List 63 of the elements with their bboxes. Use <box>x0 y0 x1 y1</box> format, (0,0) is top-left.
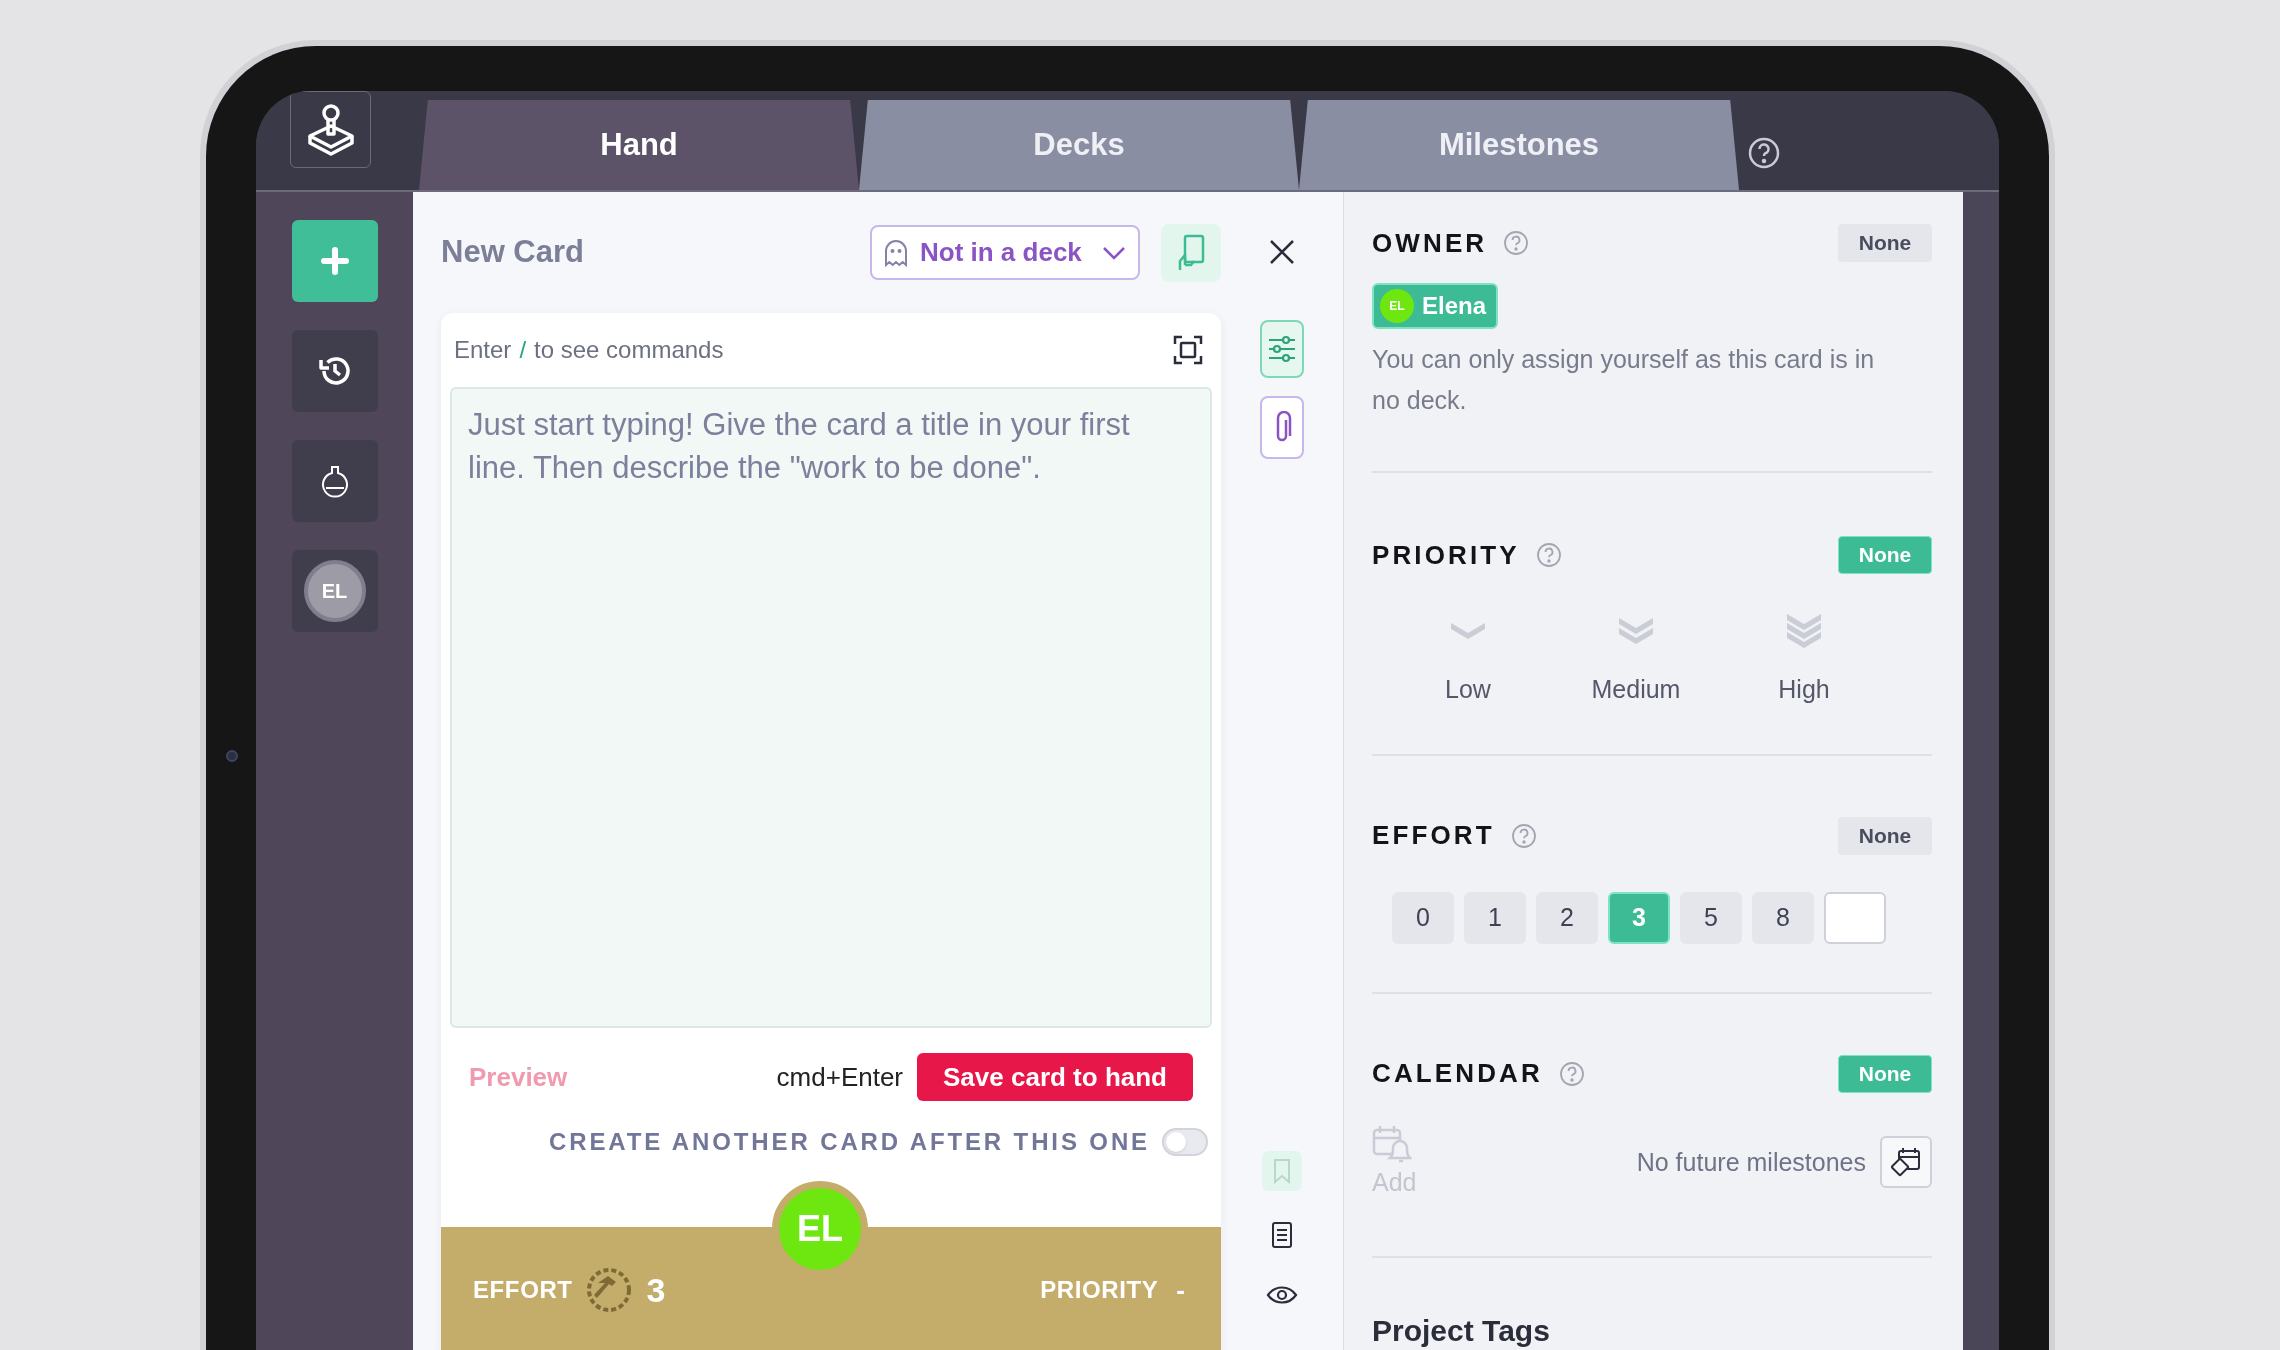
sliders-icon <box>1266 334 1297 364</box>
owner-name: Elena <box>1422 291 1487 321</box>
slash-key: / <box>519 332 527 368</box>
document-icon[interactable] <box>1270 1221 1293 1249</box>
save-card-button[interactable]: Save card to hand <box>917 1053 1193 1101</box>
fullscreen-icon[interactable] <box>1173 335 1203 365</box>
calendar-bell-icon <box>1372 1123 1412 1164</box>
section-title: PRIORITY <box>1372 538 1520 572</box>
close-icon <box>1267 238 1296 266</box>
hammer-gear-icon <box>584 1266 633 1314</box>
create-another-label: CREATE ANOTHER CARD AFTER THIS ONE <box>548 1127 1150 1157</box>
flask-button[interactable] <box>291 440 378 522</box>
effort-option[interactable]: 5 <box>1680 891 1742 944</box>
tab[interactable]: Hand <box>419 100 859 190</box>
milestone-calendar-button[interactable] <box>1880 1136 1932 1189</box>
none-button[interactable]: None <box>1838 224 1932 262</box>
section-title: CALENDAR <box>1372 1057 1543 1090</box>
history-button[interactable] <box>291 330 378 412</box>
chevron-icon <box>1451 623 1485 639</box>
owner-note: You can only assign yourself as this card is in no deck. <box>1372 344 1876 416</box>
hint-text: Enter <box>454 335 512 365</box>
effort-value: 3 <box>646 1269 666 1311</box>
priority-label: PRIORITY <box>1040 1275 1159 1305</box>
effort-option[interactable]: 2 <box>1536 891 1598 944</box>
none-button[interactable]: None <box>1838 816 1932 855</box>
hand-card-icon <box>1176 233 1206 272</box>
effort-label: EFFORT <box>473 1275 573 1305</box>
section-title: EFFORT <box>1372 819 1495 852</box>
effort-option[interactable]: 8 <box>1752 891 1814 944</box>
ghost-icon <box>884 238 908 267</box>
priority-value: - <box>1176 1273 1185 1307</box>
card-text-field[interactable]: Just start typing! Give the card a title in your first line. Then describe the "work to be done". <box>450 387 1212 1028</box>
calendar-icon <box>1891 1147 1921 1178</box>
chevron-icon <box>1619 618 1653 644</box>
chevron-icon <box>1787 614 1821 648</box>
avatar: EL <box>1380 289 1414 323</box>
history-icon <box>317 354 352 388</box>
help-icon[interactable] <box>1747 136 1781 170</box>
avatar: EL <box>303 560 366 622</box>
priority-option[interactable]: Low <box>1384 611 1552 709</box>
camera-icon <box>226 750 238 762</box>
chevron-down-icon <box>1102 245 1126 260</box>
custom-effort-field[interactable] <box>1824 891 1886 944</box>
section-title: Project Tags <box>1372 1313 1551 1349</box>
plus-icon <box>319 246 350 276</box>
attachment-button[interactable] <box>1259 396 1304 459</box>
empty-milestones-text: No future milestones <box>1636 1146 1866 1178</box>
effort-option[interactable]: 1 <box>1464 891 1526 944</box>
eye-icon[interactable] <box>1265 1285 1298 1305</box>
section-title: OWNER <box>1372 226 1488 260</box>
settings-sliders-button[interactable] <box>1259 320 1304 378</box>
priority-option[interactable]: Medium <box>1552 611 1720 709</box>
flask-icon <box>320 464 349 498</box>
joystick-icon <box>305 102 356 157</box>
shortcut-hint: cmd+Enter <box>776 1060 904 1094</box>
priority-option[interactable]: High <box>1720 611 1888 709</box>
logo-button[interactable] <box>290 91 371 168</box>
bookmark-icon <box>1272 1158 1291 1184</box>
effort-option[interactable]: 0 <box>1392 891 1454 944</box>
deck-dropdown[interactable]: Not in a deck <box>870 225 1140 280</box>
hint-text: to see commands <box>534 335 724 365</box>
create-another-toggle[interactable] <box>1162 1128 1208 1156</box>
card-title: New Card <box>441 233 584 272</box>
